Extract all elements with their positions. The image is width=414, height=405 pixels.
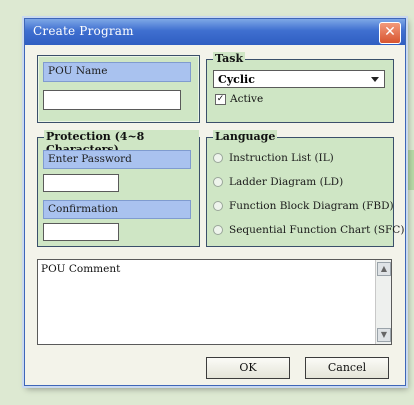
task-legend: Task (213, 52, 246, 65)
comment-scrollbar[interactable]: ▲ ▼ (375, 260, 391, 344)
dialog-title: Create Program (33, 24, 134, 38)
scroll-down-icon[interactable]: ▼ (377, 328, 391, 342)
enter-password-label: Enter Password (43, 150, 191, 169)
active-checkbox[interactable]: ✓ Active (215, 93, 263, 105)
pou-name-label: POU Name (43, 62, 191, 82)
language-legend: Language (213, 130, 278, 143)
cancel-button[interactable]: Cancel (305, 357, 389, 379)
language-option-label: Function Block Diagram (FBD) (229, 200, 394, 212)
language-option-label: Ladder Diagram (LD) (229, 176, 344, 188)
pou-comment-textarea[interactable]: POU Comment ▲ ▼ (37, 259, 392, 345)
radio-icon (213, 225, 223, 235)
task-select[interactable]: Cyclic (213, 70, 385, 88)
language-option-sfc[interactable]: Sequential Function Chart (SFC) (213, 224, 404, 236)
radio-icon (213, 153, 223, 163)
language-option-il[interactable]: Instruction List (IL) (213, 152, 334, 164)
checkmark-icon: ✓ (215, 93, 226, 105)
task-select-value: Cyclic (218, 73, 255, 86)
confirmation-label: Confirmation (43, 200, 191, 219)
close-button[interactable]: ✕ (379, 22, 401, 44)
ok-button[interactable]: OK (206, 357, 290, 379)
title-bar[interactable]: Create Program ✕ (25, 19, 405, 45)
language-option-ld[interactable]: Ladder Diagram (LD) (213, 176, 343, 188)
task-group: Task Cyclic ✓ Active (206, 52, 394, 123)
language-option-label: Instruction List (IL) (229, 152, 334, 164)
pou-comment-label: POU Comment (41, 263, 121, 275)
language-option-fbd[interactable]: Function Block Diagram (FBD) (213, 200, 394, 212)
pou-name-panel: POU Name (37, 55, 200, 123)
create-program-dialog: Create Program ✕ POU Name Task Cyclic ✓ … (24, 18, 406, 386)
pou-name-input[interactable] (43, 90, 181, 110)
language-option-label: Sequential Function Chart (SFC) (229, 224, 405, 236)
protection-group: Protection (4~8 Characters) Enter Passwo… (37, 130, 200, 247)
radio-icon (213, 177, 223, 187)
confirmation-input[interactable] (43, 223, 119, 241)
radio-icon (213, 201, 223, 211)
enter-password-input[interactable] (43, 174, 119, 192)
chevron-down-icon (371, 77, 379, 82)
scroll-up-icon[interactable]: ▲ (377, 262, 391, 276)
language-group: Language Instruction List (IL) Ladder Di… (206, 130, 404, 247)
active-label: Active (230, 93, 264, 105)
close-icon: ✕ (384, 24, 396, 40)
